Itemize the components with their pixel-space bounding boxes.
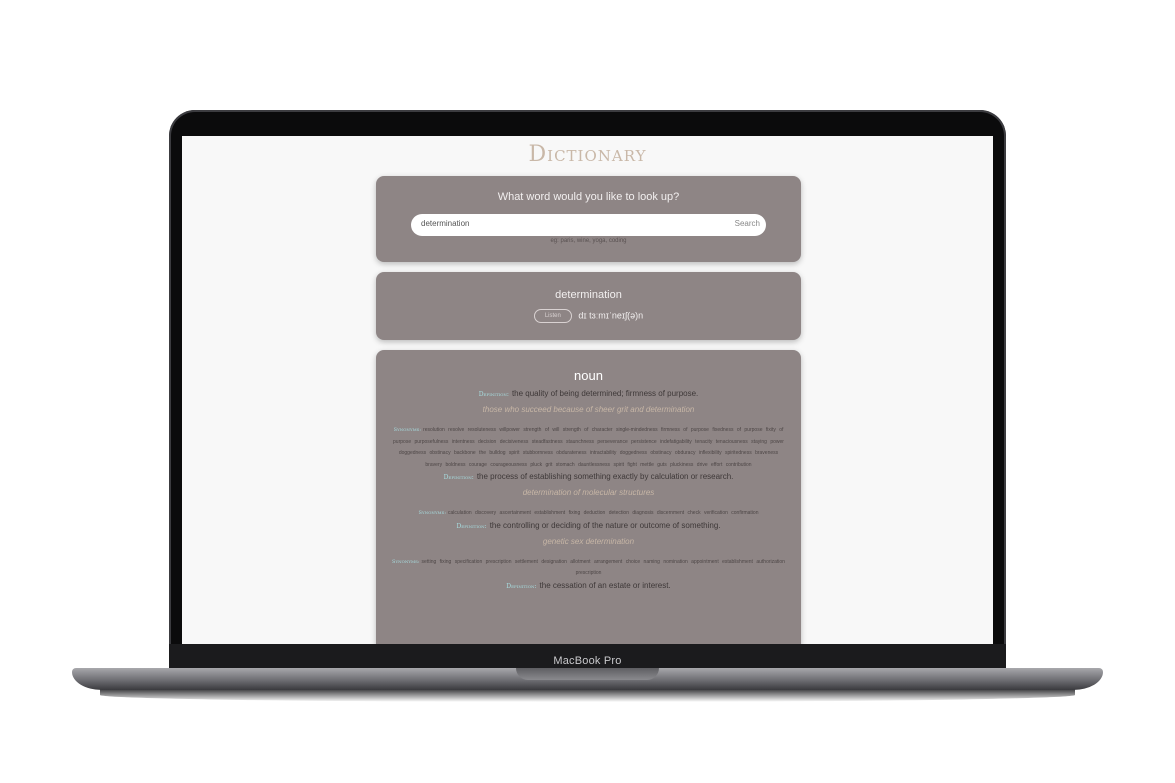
definition-label: Definition:	[456, 522, 487, 530]
synonyms-text: resolution resolve resoluteness willpowe…	[393, 427, 784, 468]
definition-text: the process of establishing something ex…	[476, 472, 734, 481]
definition-label: Definition:	[478, 391, 509, 398]
definition-entry: Definition: the cessation of an estate or…	[390, 580, 787, 593]
synonyms-text: calculation discovery ascertainment esta…	[448, 510, 759, 516]
definition: Definition: the cessation of an estate or…	[390, 580, 787, 593]
synonyms-label: Synonyms:	[393, 427, 422, 433]
app-title: Dictionary	[528, 142, 647, 167]
definition: Definition: the controlling or deciding o…	[390, 520, 787, 533]
synonyms-label: Synonyms:	[392, 558, 420, 565]
screen: Dictionary What word would you like to l…	[182, 136, 993, 644]
definition-text: the cessation of an estate or interest.	[539, 580, 671, 590]
definition-label: Definition:	[506, 582, 537, 590]
part-of-speech: noun	[574, 368, 603, 383]
listen-button[interactable]: Listen	[533, 309, 572, 323]
definition: Definition: the process of establishing s…	[390, 471, 787, 484]
laptop-base-shadow	[100, 688, 1075, 702]
search-button[interactable]: Search	[735, 219, 760, 228]
laptop-notch	[516, 668, 659, 680]
synonyms: Synonyms: resolution resolve resoluteness…	[390, 425, 787, 471]
synonyms-label: Synonyms:	[418, 510, 447, 516]
device-label: MacBook Pro	[553, 655, 622, 667]
word-card: determination Listen dɪ tɜːmɪˈneɪʃ(ə)n	[376, 272, 801, 340]
definition-label: Definition:	[443, 474, 474, 481]
definition-text: the controlling or deciding of the natur…	[489, 520, 721, 530]
definition-entry: Definition: the process of establishing s…	[390, 471, 787, 520]
search-input[interactable]	[421, 219, 701, 228]
definition-entry: Definition: the quality of being determin…	[390, 388, 787, 471]
definition-example: those who succeed because of sheer grit …	[482, 405, 695, 414]
synonyms-text: setting fixing specification prescriptio…	[421, 558, 785, 577]
definition-example: determination of molecular structures	[522, 488, 655, 497]
search-hint: eg: paris, wine, yoga, coding	[550, 238, 627, 244]
result-word: determination	[555, 289, 622, 301]
synonyms: Synonyms: calculation discovery ascertain…	[390, 508, 787, 520]
definition-example: genetic sex determination	[542, 536, 635, 546]
search-prompt: What word would you like to look up?	[497, 191, 680, 203]
search-bar: Search	[411, 214, 766, 236]
meaning-card: noun Definition: the quality of being det…	[376, 350, 801, 644]
phonetic-row: Listen dɪ tɜːmɪˈneɪʃ(ə)n	[376, 309, 801, 323]
definition: Definition: the quality of being determin…	[390, 388, 787, 401]
definition-entry: Definition: the controlling or deciding o…	[390, 520, 787, 580]
synonyms: Synonyms: setting fixing specification pr…	[390, 557, 787, 580]
search-card: What word would you like to look up? Sea…	[376, 176, 801, 262]
phonetic-text: dɪ tɜːmɪˈneɪʃ(ə)n	[578, 310, 644, 321]
macbook-frame: Dictionary What word would you like to l…	[0, 0, 1175, 783]
definition-list: Definition: the quality of being determin…	[390, 388, 787, 593]
definition-text: the quality of being determined; firmnes…	[511, 389, 699, 398]
